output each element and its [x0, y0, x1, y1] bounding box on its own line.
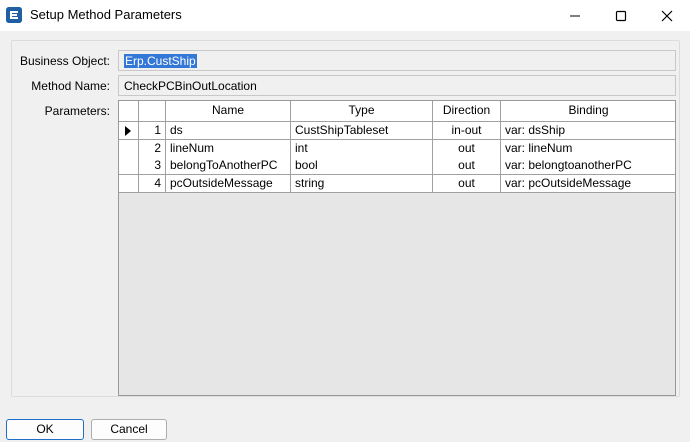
parameters-label: Parameters: — [44, 104, 110, 118]
row-index-cell[interactable]: 4 — [139, 174, 166, 193]
method-name-value: CheckPCBinOutLocation — [124, 79, 257, 93]
param-binding-cell[interactable]: var: pcOutsideMessage — [501, 174, 675, 193]
param-type-cell[interactable]: bool — [291, 157, 433, 175]
title-bar: Setup Method Parameters — [0, 0, 690, 31]
row-index-cell[interactable]: 3 — [139, 157, 166, 175]
business-object-field[interactable]: Erp.CustShip — [118, 50, 676, 71]
business-object-label: Business Object: — [19, 54, 110, 68]
method-name-label: Method Name: — [31, 79, 110, 93]
param-type-cell[interactable]: CustShipTableset — [291, 122, 433, 140]
row-selector[interactable] — [119, 122, 139, 140]
close-icon[interactable] — [644, 0, 690, 31]
ok-button[interactable]: OK — [6, 419, 84, 440]
index-column-header — [139, 101, 166, 122]
current-row-arrow-icon — [125, 126, 131, 136]
param-name-cell[interactable]: ds — [166, 122, 291, 140]
parameters-grid[interactable]: Name Type Direction Binding 1 ds CustShipT… — [118, 100, 676, 396]
param-type-cell[interactable]: int — [291, 139, 433, 158]
epicor-e-icon — [6, 7, 22, 23]
param-name-cell[interactable]: lineNum — [166, 139, 291, 158]
method-name-field[interactable]: CheckPCBinOutLocation — [118, 75, 676, 96]
param-direction-cell[interactable]: out — [433, 174, 501, 193]
row-selector[interactable] — [119, 174, 139, 193]
row-index-cell[interactable]: 2 — [139, 139, 166, 158]
column-header-binding[interactable]: Binding — [501, 101, 675, 122]
param-type-cell[interactable]: string — [291, 174, 433, 193]
param-direction-cell[interactable]: out — [433, 157, 501, 175]
param-direction-cell[interactable]: out — [433, 139, 501, 158]
cancel-button[interactable]: Cancel — [91, 419, 167, 440]
param-direction-cell[interactable]: in-out — [433, 122, 501, 140]
minimize-icon[interactable] — [552, 0, 598, 31]
param-name-cell[interactable]: pcOutsideMessage — [166, 174, 291, 193]
row-selector[interactable] — [119, 139, 139, 158]
business-object-value: Erp.CustShip — [124, 54, 197, 68]
param-name-cell[interactable]: belongToAnotherPC — [166, 157, 291, 175]
param-binding-cell[interactable]: var: belongtoanotherPC — [501, 157, 675, 175]
param-binding-cell[interactable]: var: lineNum — [501, 139, 675, 158]
column-header-name[interactable]: Name — [166, 101, 291, 122]
row-selector[interactable] — [119, 157, 139, 175]
row-index-cell[interactable]: 1 — [139, 122, 166, 140]
maximize-icon[interactable] — [598, 0, 644, 31]
column-header-direction[interactable]: Direction — [433, 101, 501, 122]
row-header-corner — [119, 101, 139, 122]
param-binding-cell[interactable]: var: dsShip — [501, 122, 675, 140]
column-header-type[interactable]: Type — [291, 101, 433, 122]
window-title: Setup Method Parameters — [30, 7, 182, 22]
